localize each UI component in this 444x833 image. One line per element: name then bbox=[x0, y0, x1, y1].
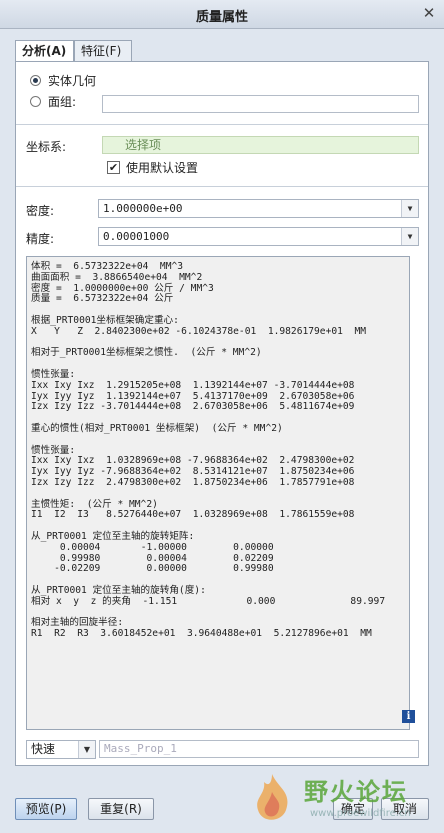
density-label: 密度: bbox=[26, 204, 55, 218]
quilt-field[interactable] bbox=[102, 95, 419, 113]
coordinate-label: 坐标系: bbox=[26, 140, 67, 154]
preview-button[interactable]: 预览(P) bbox=[15, 798, 77, 820]
accuracy-combo[interactable]: 0.00001000 ▼ bbox=[98, 227, 419, 246]
solid-label: 实体几何 bbox=[48, 74, 97, 88]
coordinate-selector[interactable]: 选择项 bbox=[102, 136, 419, 154]
density-value: 1.000000e+00 bbox=[103, 202, 183, 215]
window-title: 质量属性 bbox=[195, 10, 248, 25]
use-default-checkbox[interactable]: ✔ bbox=[107, 161, 120, 174]
accuracy-value: 0.00001000 bbox=[103, 230, 170, 243]
repeat-button[interactable]: 重复(R) bbox=[88, 798, 154, 820]
divider bbox=[16, 186, 428, 187]
mode-combo[interactable]: 快速 ▼ bbox=[26, 740, 96, 759]
results-text: 体积 = 6.5732322e+04 MM^3 曲面面积 = 3.8866540… bbox=[31, 261, 386, 640]
close-icon[interactable]: ✕ bbox=[420, 4, 438, 22]
density-combo[interactable]: 1.000000e+00 ▼ bbox=[98, 199, 419, 218]
ok-button[interactable]: 确定 bbox=[333, 798, 373, 820]
tab-feature[interactable]: 特征(F) bbox=[74, 40, 132, 61]
accuracy-label: 精度: bbox=[26, 232, 55, 246]
solid-radio[interactable] bbox=[30, 75, 41, 86]
tab-analysis[interactable]: 分析(A) bbox=[15, 40, 74, 63]
analysis-panel: 实体几何 面组: 坐标系: 选择项 ✔ 使用默认设置 密度: 1.000000e… bbox=[15, 61, 429, 766]
chevron-down-icon[interactable]: ▼ bbox=[401, 228, 418, 245]
quilt-label: 面组: bbox=[48, 95, 77, 109]
flame-logo-icon bbox=[257, 774, 288, 820]
analysis-name-field[interactable]: Mass_Prop_1 bbox=[99, 740, 419, 758]
quilt-radio[interactable] bbox=[30, 96, 41, 107]
divider bbox=[16, 124, 428, 125]
results-box[interactable]: 体积 = 6.5732322e+04 MM^3 曲面面积 = 3.8866540… bbox=[26, 256, 410, 730]
use-default-label: 使用默认设置 bbox=[126, 161, 199, 175]
title-bar: 质量属性 ✕ bbox=[0, 0, 444, 29]
mode-value: 快速 bbox=[31, 742, 56, 756]
cancel-button[interactable]: 取消 bbox=[381, 798, 429, 820]
chevron-down-icon[interactable]: ▼ bbox=[78, 741, 95, 758]
chevron-down-icon[interactable]: ▼ bbox=[401, 200, 418, 217]
info-icon[interactable]: i bbox=[402, 710, 415, 723]
